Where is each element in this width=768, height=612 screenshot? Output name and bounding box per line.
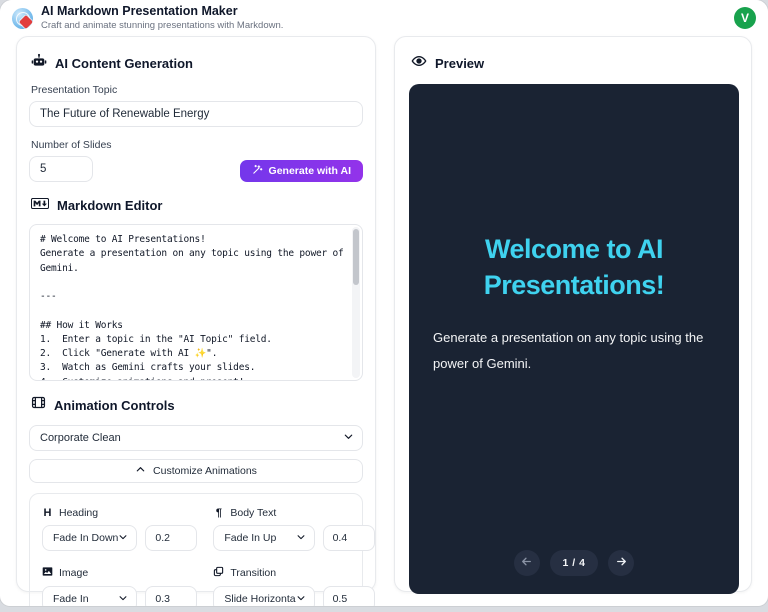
section-title: Markdown Editor xyxy=(57,198,162,213)
section-title: Preview xyxy=(435,56,484,71)
transition-animation-control: Transition Slide Horizonta xyxy=(213,566,374,606)
arrow-right-icon xyxy=(615,555,628,571)
image-animation-control: Image Fade In xyxy=(42,566,197,606)
image-delay-input[interactable] xyxy=(145,586,197,606)
topic-label: Presentation Topic xyxy=(31,84,361,96)
app-logo-icon xyxy=(12,8,33,29)
heading-animation-control: H Heading Fade In Down xyxy=(42,507,197,551)
preview-panel: Preview Welcome to AI Presentations! Gen… xyxy=(394,36,752,592)
body-text-animation-control: ¶ Body Text Fade In Up xyxy=(213,507,374,551)
preview-header: Preview xyxy=(411,53,735,74)
slide-preview: Welcome to AI Presentations! Generate a … xyxy=(409,84,739,594)
animation-controls-header: Animation Controls xyxy=(31,395,361,415)
markdown-editor-wrap: # Welcome to AI Presentations! Generate … xyxy=(29,224,363,381)
body-text-delay-input[interactable] xyxy=(323,525,375,551)
markdown-editor-header: Markdown Editor xyxy=(31,196,361,214)
control-label: Body Text xyxy=(230,507,276,519)
pilcrow-icon: ¶ xyxy=(213,507,224,519)
controls-panel: AI Content Generation Presentation Topic… xyxy=(16,36,376,592)
ai-content-generation-header: AI Content Generation xyxy=(31,53,361,74)
slides-count-label: Number of Slides xyxy=(31,139,361,151)
animation-grid: H Heading Fade In Down ¶ Body Text xyxy=(29,493,363,606)
editor-scrollbar[interactable] xyxy=(352,227,360,378)
next-slide-button[interactable] xyxy=(608,550,634,576)
chevron-down-icon xyxy=(296,532,306,545)
theme-select-value: Corporate Clean xyxy=(40,432,343,444)
section-title: AI Content Generation xyxy=(55,56,193,71)
editor-scrollbar-thumb[interactable] xyxy=(353,229,359,285)
generate-button-label: Generate with AI xyxy=(269,165,351,177)
theme-select[interactable]: Corporate Clean xyxy=(29,425,363,451)
markdown-editor-textarea[interactable]: # Welcome to AI Presentations! Generate … xyxy=(30,225,362,380)
transition-delay-input[interactable] xyxy=(323,586,375,606)
markdown-icon xyxy=(31,196,49,214)
generate-with-ai-button[interactable]: Generate with AI xyxy=(240,160,363,182)
customize-button-label: Customize Animations xyxy=(153,465,257,477)
header-text: AI Markdown Presentation Maker Craft and… xyxy=(41,4,283,32)
app-window: AI Markdown Presentation Maker Craft and… xyxy=(0,0,768,606)
slide-navigation: 1 / 4 xyxy=(409,550,739,576)
chevron-down-icon xyxy=(296,593,306,606)
slides-count-input[interactable] xyxy=(29,156,93,182)
layers-icon xyxy=(213,566,224,580)
robot-icon xyxy=(31,53,47,74)
slide-page-indicator: 1 / 4 xyxy=(550,550,599,576)
eye-icon xyxy=(411,53,427,74)
control-label: Heading xyxy=(59,507,98,519)
control-label: Transition xyxy=(230,567,276,579)
app-title: AI Markdown Presentation Maker xyxy=(41,4,283,20)
topic-input[interactable] xyxy=(29,101,363,127)
section-title: Animation Controls xyxy=(54,398,175,413)
heading-animation-select[interactable]: Fade In Down xyxy=(42,525,137,551)
chevron-down-icon xyxy=(343,431,354,445)
heading-delay-input[interactable] xyxy=(145,525,197,551)
transition-animation-select[interactable]: Slide Horizonta xyxy=(213,586,314,606)
chevron-up-icon xyxy=(135,464,146,478)
image-animation-select[interactable]: Fade In xyxy=(42,586,137,606)
heading-icon: H xyxy=(42,507,53,519)
slide-heading: Welcome to AI Presentations! xyxy=(433,231,715,304)
film-icon xyxy=(31,395,46,415)
control-label: Image xyxy=(59,567,88,579)
customize-animations-button[interactable]: Customize Animations xyxy=(29,459,363,483)
app-header: AI Markdown Presentation Maker Craft and… xyxy=(0,0,768,36)
image-icon xyxy=(42,566,53,580)
slide-body-text: Generate a presentation on any topic usi… xyxy=(433,325,715,377)
body-text-animation-select[interactable]: Fade In Up xyxy=(213,525,314,551)
slides-generate-row: Generate with AI xyxy=(29,156,363,182)
chevron-down-icon xyxy=(118,593,128,606)
vercel-badge[interactable]: V xyxy=(734,7,756,29)
previous-slide-button[interactable] xyxy=(514,550,540,576)
magic-wand-icon xyxy=(252,164,263,178)
chevron-down-icon xyxy=(118,532,128,545)
app-subtitle: Craft and animate stunning presentations… xyxy=(41,20,283,32)
arrow-left-icon xyxy=(520,555,533,571)
